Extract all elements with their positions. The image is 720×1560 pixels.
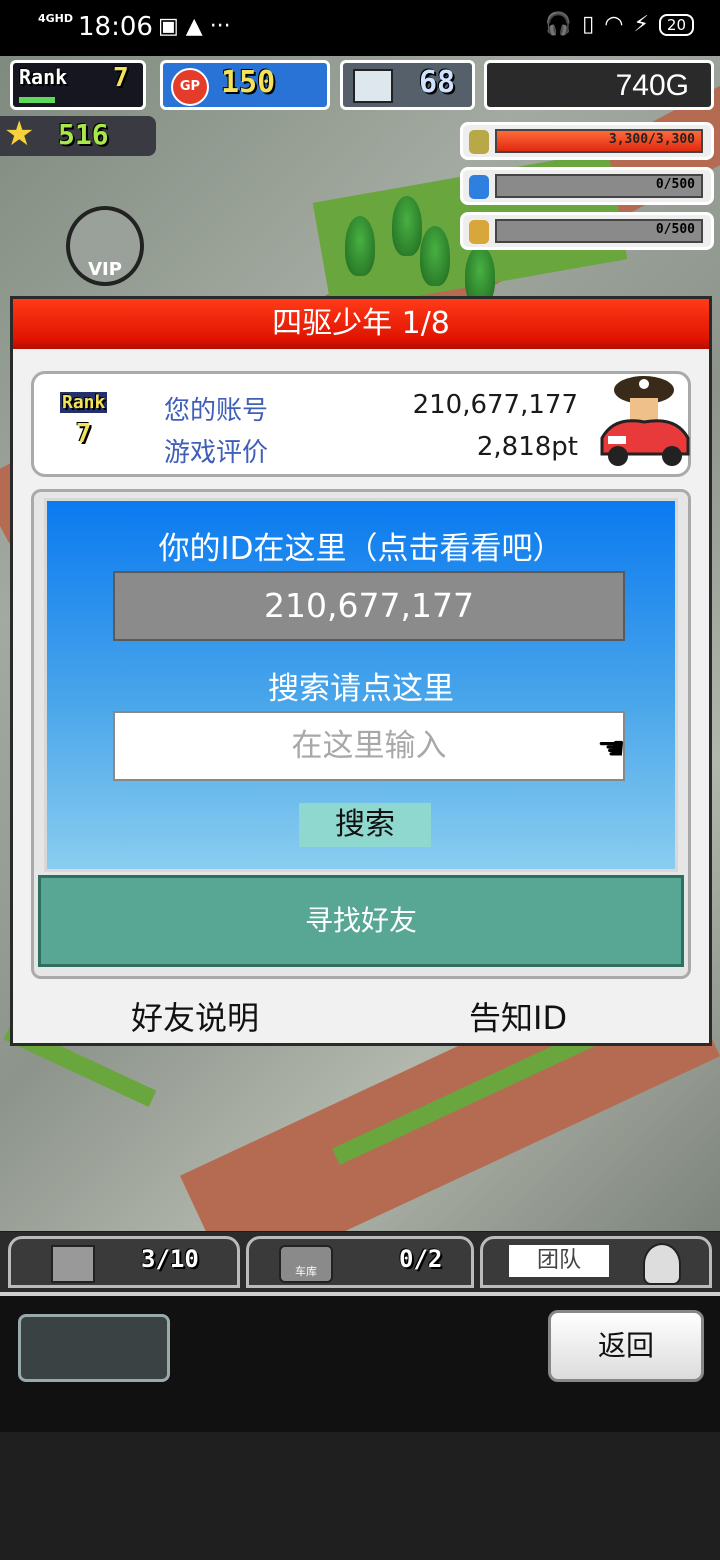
vibrate-icon: ▯ <box>582 12 595 37</box>
back-button[interactable]: 返回 <box>548 1310 704 1382</box>
navigation-area <box>0 1432 720 1560</box>
find-friends-button[interactable]: 寻找好友 <box>38 875 684 967</box>
tab-garage[interactable]: 车库 0/2 <box>246 1236 474 1288</box>
account-label: 您的账号 <box>164 396 269 426</box>
battery-level: 20 <box>658 13 694 36</box>
profile-card: Rank 7 您的账号 210,677,177 游戏评价 2,818pt <box>31 371 691 477</box>
vip-badge-icon[interactable]: VIP <box>66 206 144 286</box>
pc-box[interactable]: 68 <box>340 60 475 110</box>
computer-icon <box>353 69 393 103</box>
system-icons: 🎧 ▯ ◠ ⚡ 20 <box>545 12 694 37</box>
star-icon: ★ <box>4 114 35 154</box>
rating-value: 2,818pt <box>476 432 578 462</box>
player-rank-box[interactable]: Rank 7 <box>10 60 146 110</box>
id-hint: 你的ID在这里（点击看看吧） <box>158 531 564 567</box>
status-bar: 4GHD 18:06 ▣ ▲ ··· 🎧 ▯ ◠ ⚡ 20 <box>0 0 720 56</box>
resource-bar-wheat: 0/500 <box>460 212 714 250</box>
friend-id-input[interactable] <box>113 711 625 781</box>
resource-value: 3,300/3,300 <box>608 132 695 147</box>
my-id-button[interactable]: 210,677,177 <box>113 571 625 641</box>
tab-boxes[interactable]: 3/10 <box>8 1236 240 1288</box>
bottle-icon <box>469 175 489 199</box>
profile-rank-label: Rank <box>60 392 108 413</box>
gp-value: 150 <box>221 65 276 100</box>
resource-bar-money: 3,300/3,300 <box>460 122 714 160</box>
resource-value: 0/500 <box>655 177 695 192</box>
search-button[interactable]: 搜索 <box>299 803 431 847</box>
search-panel: 你的ID在这里（点击看看吧） 210,677,177 搜索请点这里 ☚ 搜索 寻… <box>31 489 691 979</box>
bottom-panel: 返回 <box>0 1292 720 1436</box>
pirate-car-avatar-icon <box>600 376 690 466</box>
rank-label: Rank <box>19 65 68 89</box>
dialog-title: 四驱少年 1/8 <box>13 299 709 349</box>
star-count: 516 <box>58 118 109 151</box>
pc-value: 68 <box>419 65 456 100</box>
friend-dialog: 四驱少年 1/8 Rank 7 您的账号 210,677,177 游戏评价 2,… <box>10 296 712 1046</box>
signal-indicator: 4GHD <box>38 12 74 25</box>
star-bar: ★ 516 <box>0 114 156 156</box>
garage-icon: 车库 <box>279 1245 333 1283</box>
resource-bar-bottle: 0/500 <box>460 167 714 205</box>
person-icon <box>643 1243 681 1285</box>
box-count: 3/10 <box>141 1245 199 1273</box>
gold-display: 740G <box>484 60 714 110</box>
team-label: 团队 <box>509 1245 609 1277</box>
friend-help-link[interactable]: 好友说明 <box>131 993 259 1039</box>
gp-coin-icon: GP <box>171 68 209 106</box>
tree-icon <box>345 216 375 276</box>
rating-label: 游戏评价 <box>164 438 269 468</box>
charging-icon: ⚡ <box>633 12 649 37</box>
rank-progress-bar <box>19 97 55 103</box>
garage-count: 0/2 <box>399 1245 443 1273</box>
wheat-icon <box>469 220 489 244</box>
rank-value: 7 <box>113 63 129 93</box>
gp-box[interactable]: GP 150 <box>160 60 330 110</box>
tab-team[interactable]: 团队 <box>480 1236 712 1288</box>
id-search-box: 你的ID在这里（点击看看吧） 210,677,177 搜索请点这里 ☚ 搜索 <box>44 498 678 872</box>
tree-icon <box>392 196 422 256</box>
profile-rank-value: 7 <box>75 419 92 449</box>
profile-rank: Rank 7 <box>60 392 108 449</box>
tree-icon <box>420 226 450 286</box>
headphones-icon: 🎧 <box>544 12 573 37</box>
resource-value: 0/500 <box>655 222 695 237</box>
coin-stack-icon <box>469 130 489 154</box>
wifi-icon: ◠ <box>604 12 624 37</box>
bottom-tab-strip: 3/10 车库 0/2 团队 <box>0 1232 720 1292</box>
crate-icon <box>51 1245 95 1283</box>
empty-slot <box>18 1314 170 1382</box>
clock: 18:06 <box>78 12 153 42</box>
search-hint: 搜索请点这里 <box>268 671 454 707</box>
garage-label: 车库 <box>295 1265 317 1278</box>
pointing-hand-icon: ☚ <box>597 729 626 767</box>
notification-icons: ▣ ▲ ··· <box>158 14 231 39</box>
account-value: 210,677,177 <box>412 390 578 420</box>
vip-label: VIP <box>88 259 122 280</box>
tell-id-link[interactable]: 告知ID <box>469 993 567 1039</box>
